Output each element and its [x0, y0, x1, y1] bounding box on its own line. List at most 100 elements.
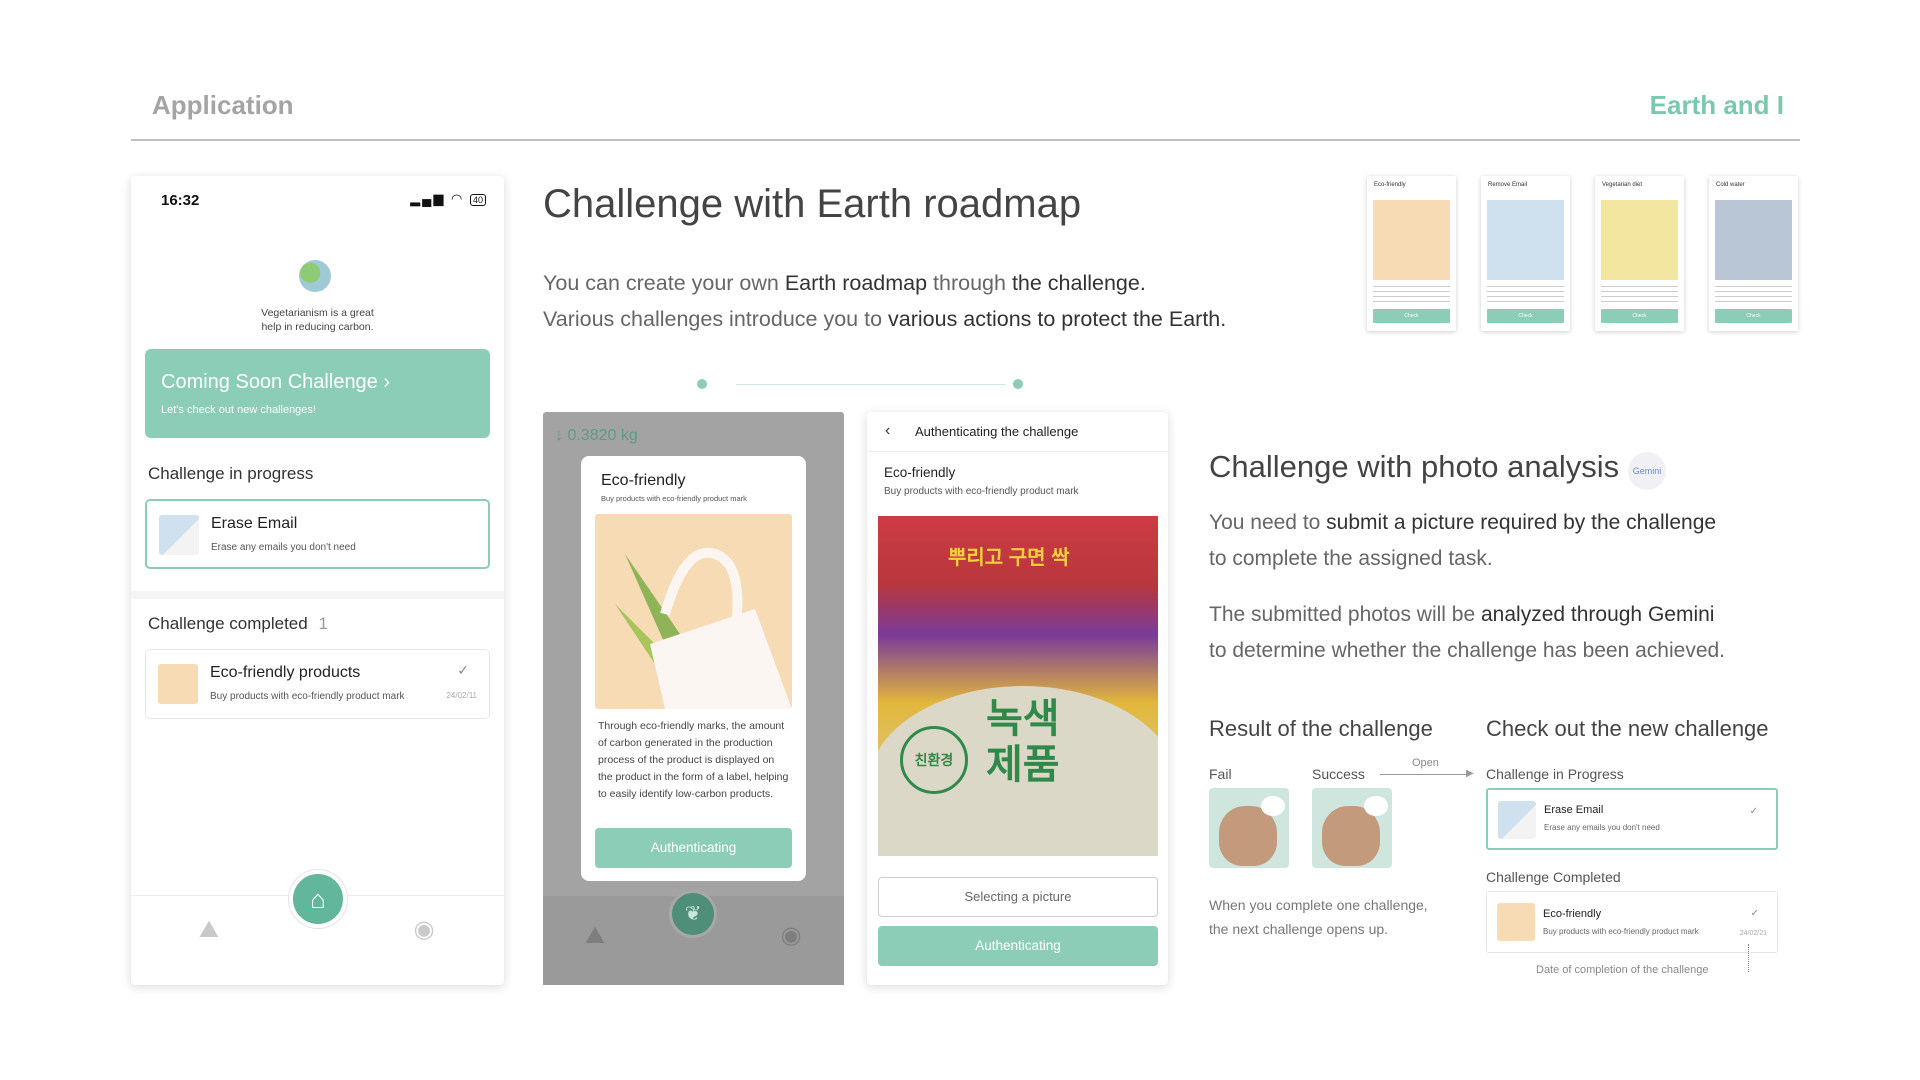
bag-illustration: [595, 514, 792, 709]
coming-soon-banner[interactable]: Coming Soon Challenge › Let's check out …: [145, 349, 490, 438]
battery-icon: 40: [469, 194, 486, 206]
mini-card-text: [1373, 286, 1450, 306]
gemini-logo-icon: Gemini: [1628, 452, 1666, 490]
mini-card-title: Remove Email: [1488, 182, 1528, 188]
auth-header: ‹ Authenticating the challenge: [867, 412, 1168, 452]
water-illustration: [1715, 200, 1792, 280]
section-label-application: Application: [152, 90, 294, 120]
profile-icon[interactable]: ◉: [777, 922, 805, 950]
card-title: Erase Email: [1544, 804, 1604, 816]
phone-challenge-modal: ↓ 0.3820 kg Eco-friendly Buy products wi…: [543, 412, 844, 985]
check-icon: ✓: [457, 662, 469, 678]
completion-date: 24/02/21: [1739, 930, 1767, 937]
card-title: Erase Email: [211, 515, 298, 532]
card-title: Eco-friendly products: [210, 664, 361, 681]
card-title: Eco-friendly: [1543, 908, 1602, 920]
date-completion-note: Date of completion of the challenge: [1536, 964, 1709, 976]
wifi-icon: ◠: [451, 191, 465, 206]
eco-bag-graphic: [615, 547, 792, 709]
eco-mark-text: 녹색 제품: [986, 697, 1060, 787]
chevron-right-icon: ›: [383, 371, 391, 393]
mini-card-title: Cold water: [1716, 182, 1745, 188]
mini-card-button: Check: [1373, 309, 1450, 323]
email-illustration: [1487, 200, 1564, 280]
card-subtitle: Buy products with eco-friendly product m…: [210, 691, 405, 702]
mini-card-text: [1715, 286, 1792, 306]
phone-authenticate-screen: ‹ Authenticating the challenge Eco-frien…: [867, 412, 1168, 985]
challenge-card-eco-friendly[interactable]: Eco-friendly products Buy products with …: [145, 649, 490, 719]
mini-card-button: Check: [1601, 309, 1678, 323]
photo-analysis-title: Challenge with photo analysis: [1209, 449, 1620, 484]
authenticating-button[interactable]: Authenticating: [878, 926, 1158, 966]
status-icons: ▂▄▆ ◠ 40: [410, 191, 486, 207]
eco-mark-circle: 친환경: [900, 726, 968, 794]
flow-dot-end: [1013, 379, 1023, 389]
phone-home-screen: 16:32 ▂▄▆ ◠ 40 Vegetarianism is a great …: [131, 176, 504, 985]
mini-card-button: Check: [1715, 309, 1792, 323]
challenge-modal: Eco-friendly Buy products with eco-frien…: [581, 456, 806, 881]
authenticating-button[interactable]: Authenticating: [595, 828, 792, 868]
date-pointer-line: [1748, 944, 1749, 972]
coming-soon-title: Coming Soon Challenge ›: [161, 371, 391, 393]
arrow-head-icon: ▶: [1466, 768, 1474, 779]
bear-success-image: [1312, 788, 1392, 868]
completed-heading: Challenge completed 1: [148, 614, 328, 633]
bag-thumbnail: [158, 664, 198, 704]
modal-subtitle: Buy products with eco-friendly product m…: [601, 494, 747, 503]
mini-card-remove-email: Remove Email Check: [1481, 176, 1570, 331]
result-note: When you complete one challenge, the nex…: [1209, 897, 1428, 937]
mini-card-eco-friendly: Eco-friendly Check: [1367, 176, 1456, 331]
modal-description: Through eco-friendly marks, the amount o…: [598, 720, 789, 800]
select-picture-button[interactable]: Selecting a picture: [878, 877, 1158, 917]
new-card-erase-email[interactable]: Erase Email Erase any emails you don't n…: [1486, 788, 1778, 850]
signal-icon: ▂▄▆: [410, 191, 446, 206]
bag-thumbnail: [1497, 903, 1535, 941]
roadmap-title: Challenge with Earth roadmap: [543, 182, 1082, 226]
check-icon: ✓: [1749, 806, 1758, 817]
leaf-home-icon[interactable]: ❦: [669, 890, 717, 938]
salad-illustration: [1601, 200, 1678, 280]
in-progress-heading: Challenge in progress: [148, 464, 314, 483]
status-time: 16:32: [161, 192, 200, 209]
challenge-title: Eco-friendly: [884, 465, 956, 480]
mini-card-text: [1487, 286, 1564, 306]
in-progress-label: Challenge in Progress: [1486, 766, 1624, 782]
result-heading: Result of the challenge: [1209, 716, 1433, 741]
earth-icon: [299, 260, 331, 292]
gallery-icon[interactable]: ⛰: [195, 916, 223, 944]
modal-title: Eco-friendly: [601, 472, 686, 489]
photo-top-text: 뿌리고 구면 싹: [948, 547, 1070, 569]
challenge-card-erase-email[interactable]: Erase Email Erase any emails you don't n…: [145, 499, 490, 569]
bear-fail-image: [1209, 788, 1289, 868]
eco-tip: Vegetarianism is a great help in reducin…: [261, 307, 374, 333]
success-label: Success: [1312, 766, 1365, 782]
carbon-saved: ↓ 0.3820 kg: [555, 427, 638, 444]
auth-header-title: Authenticating the challenge: [915, 424, 1079, 439]
completed-label: Challenge Completed: [1486, 869, 1621, 885]
card-subtitle: Erase any emails you don't need: [1544, 823, 1660, 832]
email-thumbnail: [1498, 801, 1536, 839]
mini-card-text: [1601, 286, 1678, 306]
back-arrow-icon[interactable]: ‹: [885, 422, 890, 440]
check-icon: ✓: [1750, 908, 1759, 919]
mini-card-title: Eco-friendly: [1374, 182, 1406, 188]
flow-connector: [736, 384, 1006, 385]
home-icon[interactable]: ⌂: [289, 870, 347, 928]
open-arrow: [1380, 774, 1470, 775]
header-divider: [131, 139, 1800, 141]
photo-analysis-description: You need to submit a picture required by…: [1209, 511, 1726, 662]
open-label: Open: [1412, 757, 1439, 769]
new-card-eco-friendly[interactable]: Eco-friendly Buy products with eco-frien…: [1486, 891, 1778, 953]
new-challenge-heading: Check out the new challenge: [1486, 716, 1769, 741]
roadmap-description: You can create your own Earth roadmap th…: [543, 271, 1227, 331]
fail-label: Fail: [1209, 766, 1232, 782]
mini-card-vegetarian: Vegetarian diet Check: [1595, 176, 1684, 331]
coming-soon-subtitle: Let's check out new challenges!: [161, 404, 316, 416]
flow-dot-start: [697, 379, 707, 389]
challenge-subtitle: Buy products with eco-friendly product m…: [884, 486, 1079, 497]
brand-name: Earth and I: [1649, 90, 1784, 120]
profile-icon[interactable]: ◉: [410, 916, 438, 944]
email-thumbnail: [159, 515, 199, 555]
gallery-icon[interactable]: ⛰: [581, 922, 609, 950]
completed-count: 1: [318, 614, 328, 633]
